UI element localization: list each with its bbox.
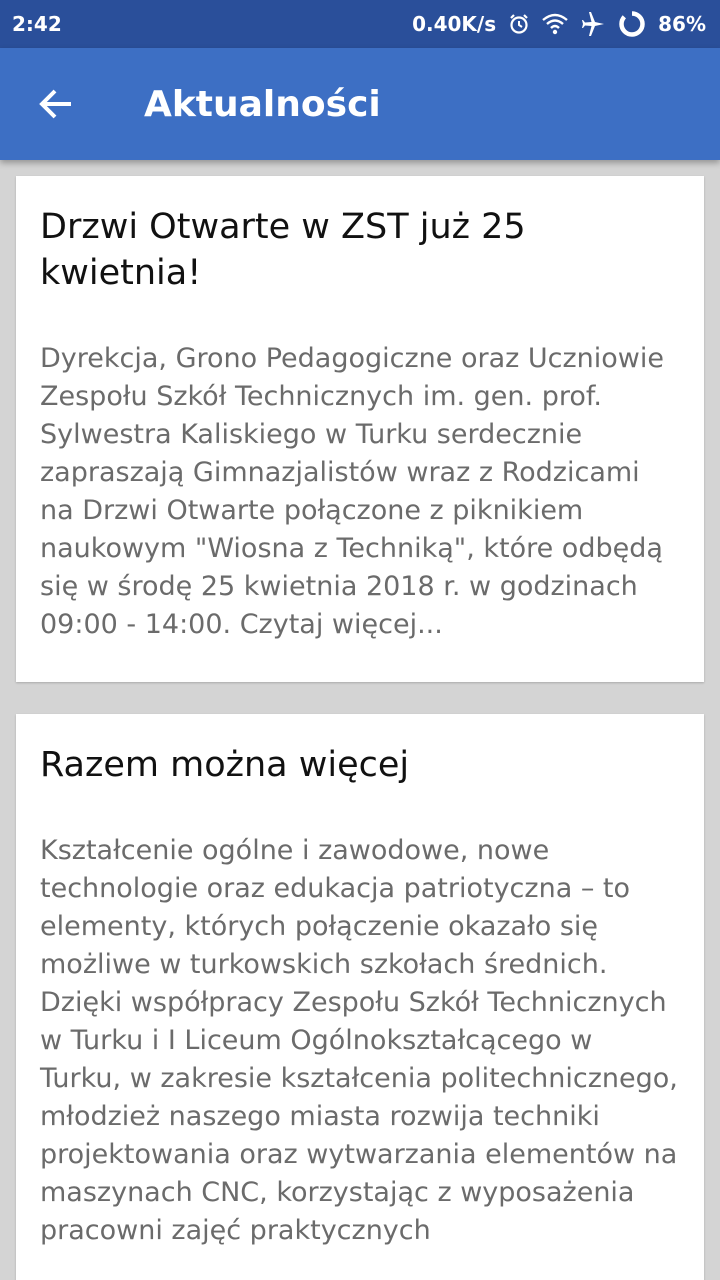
- airplane-icon: [580, 12, 606, 36]
- alarm-icon: [508, 13, 530, 35]
- arrow-back-icon: [39, 89, 71, 119]
- network-speed: 0.40K/s: [412, 12, 497, 36]
- news-excerpt: Kształcenie ogólne i zawodowe, nowe tech…: [40, 835, 678, 1246]
- news-list[interactable]: Drzwi Otwarte w ZST już 25 kwietnia! Dyr…: [0, 160, 720, 1280]
- wifi-icon: [542, 13, 568, 35]
- app-bar: Aktualności: [0, 48, 720, 160]
- battery-level: 86%: [658, 12, 706, 36]
- back-button[interactable]: [0, 48, 112, 160]
- news-excerpt: Dyrekcja, Grono Pedagogiczne oraz Ucznio…: [40, 343, 665, 640]
- news-title: Drzwi Otwarte w ZST już 25 kwietnia!: [40, 207, 526, 293]
- news-title: Razem można więcej: [40, 745, 410, 785]
- status-bar: 2:42 0.40K/s 86%: [0, 0, 720, 48]
- battery-ring-icon: [618, 10, 646, 38]
- page-title: Aktualności: [144, 83, 381, 125]
- news-card[interactable]: Razem można więcej Kształcenie ogólne i …: [16, 714, 704, 1280]
- news-card[interactable]: Drzwi Otwarte w ZST już 25 kwietnia! Dyr…: [16, 176, 704, 682]
- status-time: 2:42: [12, 12, 62, 36]
